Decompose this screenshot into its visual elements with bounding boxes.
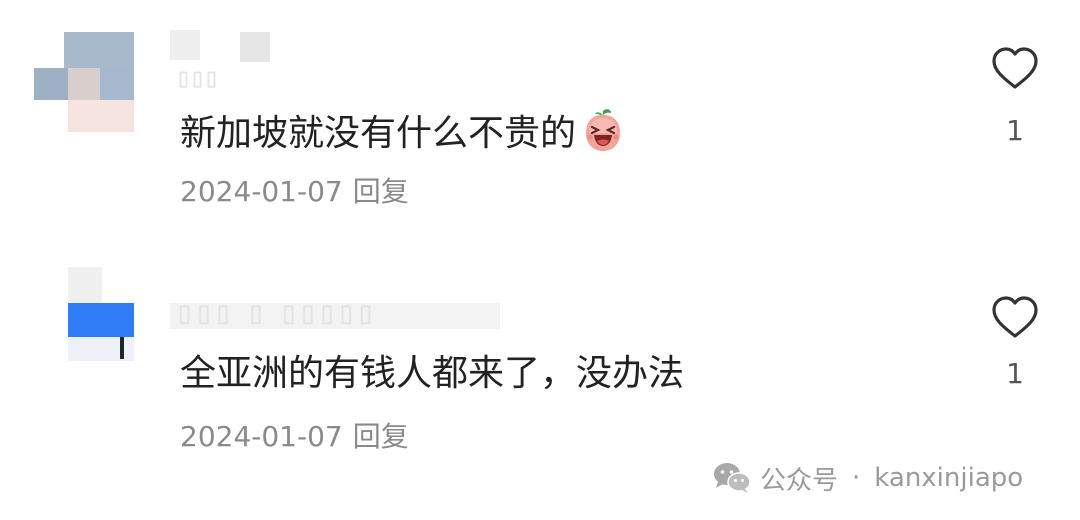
- reply-button[interactable]: 回复: [353, 420, 409, 453]
- watermark-label: 公众号: [760, 465, 839, 496]
- like-count: 1: [1006, 357, 1024, 390]
- comment-item: ▯▯▯ ▯ ▯▯▯▯▯ 全亚洲的有钱人都来了，没办法 2024-01-07 回复 …: [0, 245, 1080, 490]
- username-blurred[interactable]: ▯▯▯: [170, 30, 280, 90]
- avatar[interactable]: [34, 267, 134, 367]
- heart-icon[interactable]: [990, 293, 1040, 343]
- comment-meta: 2024-01-07 回复: [180, 415, 409, 455]
- reply-button[interactable]: 回复: [353, 175, 409, 208]
- watermark: 公众号 · kanxinjiapo: [712, 458, 1023, 498]
- watermark-separator: ·: [852, 463, 861, 493]
- like-count: 1: [1006, 114, 1024, 147]
- comment-text: 全亚洲的有钱人都来了，没办法: [180, 353, 685, 394]
- wechat-icon: [714, 463, 751, 493]
- username-blurred[interactable]: ▯▯▯ ▯ ▯▯▯▯▯: [170, 273, 500, 329]
- comment-meta: 2024-01-07 回复: [180, 170, 409, 210]
- watermark-account: kanxinjiapo: [874, 463, 1024, 493]
- comment-item: ▯▯▯ 新加坡就没有什么不贵的 2024-01-07 回复 1: [0, 0, 1080, 245]
- comment-text: 新加坡就没有什么不贵的: [180, 107, 626, 156]
- comment-date: 2024-01-07: [180, 175, 343, 208]
- heart-icon[interactable]: [990, 44, 1040, 94]
- laughing-peach-emoji: [586, 109, 621, 151]
- avatar[interactable]: [34, 32, 134, 132]
- comment-date: 2024-01-07: [180, 420, 343, 453]
